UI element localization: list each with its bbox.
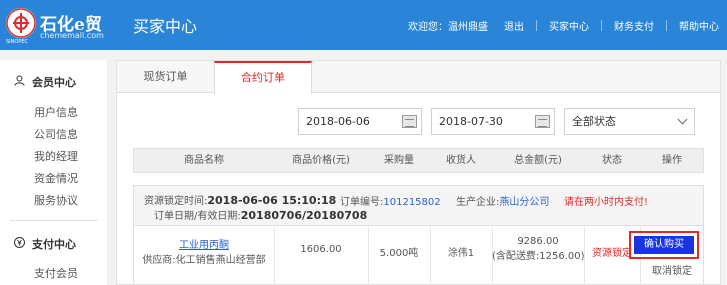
product-cell: 工业用丙酮 供应商:化工销售燕山经营部 [134, 236, 274, 266]
col-quantity: 采购量 [384, 155, 414, 166]
sidebar-section-pay: 支付中心 [14, 236, 76, 252]
order-tabs: 现货订单 合约订单 [117, 61, 720, 94]
finance-link[interactable]: 财务支付 [614, 18, 654, 33]
top-nav: 欢迎您：温州鼎盛 退出 买家中心 财务支付 帮助中心 [408, 17, 727, 33]
quantity-cell: 5.000吨 [379, 248, 419, 259]
order-number-link[interactable]: 101215802 [383, 197, 440, 208]
logout-link[interactable]: 退出 [504, 18, 524, 33]
user-icon [14, 75, 26, 89]
total-cell: 9286.00 (含配送费:1256.00) [492, 236, 585, 262]
sidebar-item-pay-member[interactable]: 支付会员 [34, 265, 78, 281]
cancel-lock-link[interactable]: 取消锁定 [640, 262, 704, 277]
sidebar-heading-pay: 支付中心 [32, 238, 76, 251]
col-product-name: 商品名称 [184, 155, 224, 166]
end-date-input[interactable]: 2018-07-30 [431, 108, 555, 135]
col-price: 商品价格(元) [292, 155, 350, 166]
yen-icon [14, 237, 26, 251]
col-receiver: 收货人 [446, 155, 476, 166]
table-header: 商品名称 商品价格(元) 采购量 收货人 总金额(元) 状态 操作 [133, 148, 704, 173]
end-date-value: 2018-07-30 [439, 115, 503, 128]
status-select[interactable]: 全部状态 [564, 108, 695, 135]
order-dates-label: 订单日期/有效日期: [154, 211, 241, 222]
start-date-value: 2018-06-06 [306, 115, 370, 128]
order-dates-value: 20180706/20180708 [240, 209, 368, 222]
sidebar-item-user-info[interactable]: 用户信息 [34, 104, 78, 120]
col-total: 总金额(元) [514, 155, 562, 166]
chevron-down-icon [677, 114, 688, 125]
sinopec-logo-icon [6, 8, 36, 38]
lock-time: 资源锁定时间:2018-06-06 15:10:18 [144, 192, 336, 207]
lock-time-value: 2018-06-06 15:10:18 [207, 194, 337, 207]
tab-spot-orders[interactable]: 现货订单 [117, 61, 214, 94]
order-info: 资源锁定时间:2018-06-06 15:10:18 订单编号:10121580… [134, 186, 703, 226]
page-title: 买家中心 [133, 17, 198, 36]
site-logo[interactable]: 石化e贸 chememall.com SINOPEC [6, 8, 106, 45]
confirm-button-highlight: 确认购买 [629, 231, 699, 259]
top-header: 石化e贸 chememall.com SINOPEC 买家中心 欢迎您：温州鼎盛… [0, 0, 727, 50]
nav-divider [536, 19, 537, 31]
sidebar-item-funds[interactable]: 资金情况 [34, 170, 78, 186]
sidebar-item-agreement[interactable]: 服务协议 [34, 192, 78, 208]
producer: 生产企业:燕山分公司 [456, 193, 549, 208]
sidebar-heading-member: 会员中心 [32, 76, 76, 89]
receiver-cell: 涂伟1 [447, 248, 475, 259]
sidebar-divider [10, 220, 98, 221]
order-card: 资源锁定时间:2018-06-06 15:10:18 订单编号:10121580… [133, 185, 704, 285]
sidebar-item-my-manager[interactable]: 我的经理 [34, 148, 78, 164]
delivery-fee: (含配送费:1256.00) [492, 251, 585, 262]
total-value: 9286.00 [517, 236, 559, 247]
calendar-icon[interactable] [535, 115, 550, 128]
supplier-text: 供应商:化工销售燕山经营部 [142, 255, 266, 266]
order-number: 订单编号:101215802 [340, 193, 441, 208]
cell-divider [274, 227, 275, 285]
confirm-purchase-button[interactable]: 确认购买 [634, 236, 694, 254]
nav-divider [601, 19, 602, 31]
sidebar-section-member: 会员中心 [14, 74, 76, 90]
col-status: 状态 [602, 155, 622, 166]
price-cell: 1606.00 [300, 244, 342, 255]
product-link[interactable]: 工业用丙酮 [134, 236, 274, 251]
welcome-text: 欢迎您：温州鼎盛 [408, 21, 488, 33]
start-date-input[interactable]: 2018-06-06 [298, 108, 422, 135]
calendar-icon[interactable] [402, 115, 417, 128]
logo-domain: chememall.com [40, 31, 104, 40]
lock-time-label: 资源锁定时间: [144, 196, 208, 207]
payment-warning-text: 请在两小时内支付! [564, 197, 649, 208]
sidebar-item-company-info[interactable]: 公司信息 [34, 126, 78, 142]
tab-contract-orders[interactable]: 合约订单 [214, 61, 312, 94]
main-panel: 现货订单 合约订单 2018-06-06 2018-07-30 全部状态 商品名… [116, 60, 721, 285]
sidebar: 会员中心 用户信息 公司信息 我的经理 资金情况 服务协议 支付中心 支付会员 [0, 60, 107, 285]
status-select-value: 全部状态 [572, 115, 616, 128]
order-dates: 订单日期/有效日期:20180706/20180708 [154, 207, 367, 222]
producer-label: 生产企业: [456, 197, 500, 208]
nav-divider [666, 19, 667, 31]
payment-warning: 请在两小时内支付! [564, 193, 648, 208]
buyer-center-link[interactable]: 买家中心 [549, 18, 589, 33]
help-link[interactable]: 帮助中心 [679, 18, 719, 33]
logo-brand: SINOPEC [6, 39, 28, 45]
producer-link[interactable]: 燕山分公司 [499, 197, 549, 208]
col-action: 操作 [662, 155, 682, 166]
